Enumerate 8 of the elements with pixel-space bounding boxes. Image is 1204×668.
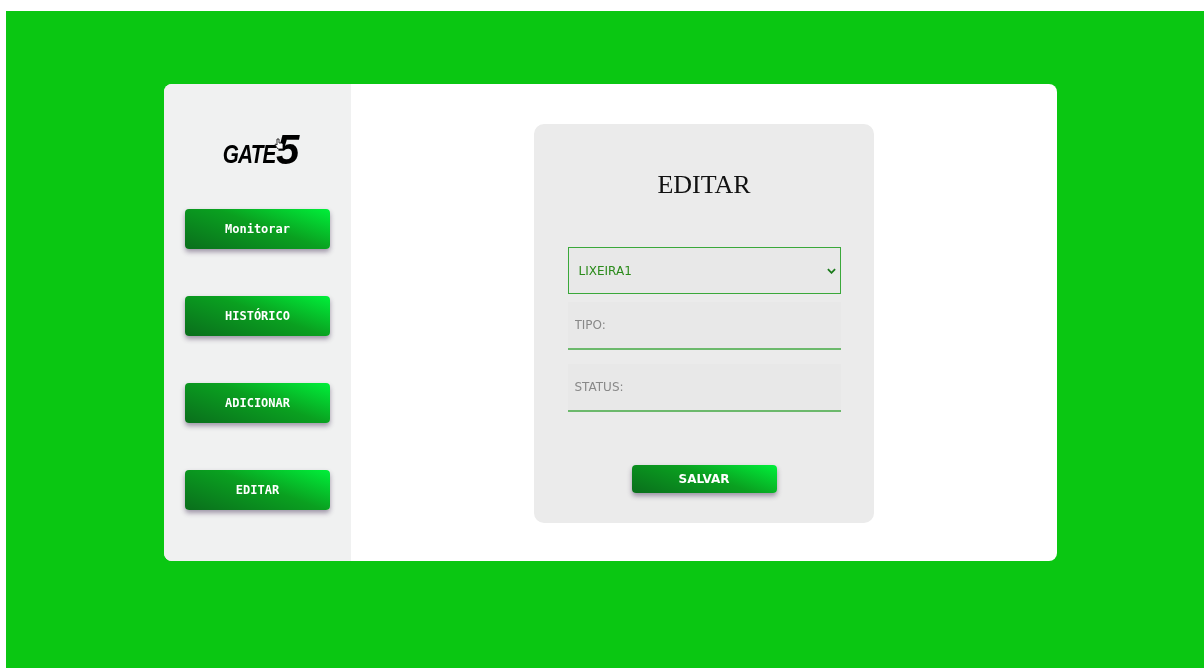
select-field[interactable]: LIXEIRA1	[567, 247, 841, 294]
save-button[interactable]: SALVAR	[631, 465, 777, 493]
nav-button[interactable]: Monitorar	[185, 209, 330, 249]
chevron-down-icon	[826, 267, 836, 274]
nav-button[interactable]: HISTÓRICO	[185, 296, 330, 336]
nav-button[interactable]: EDITAR	[185, 470, 330, 510]
nav-button[interactable]: ADICIONAR	[185, 383, 330, 423]
form-title: EDITAR	[657, 170, 751, 200]
